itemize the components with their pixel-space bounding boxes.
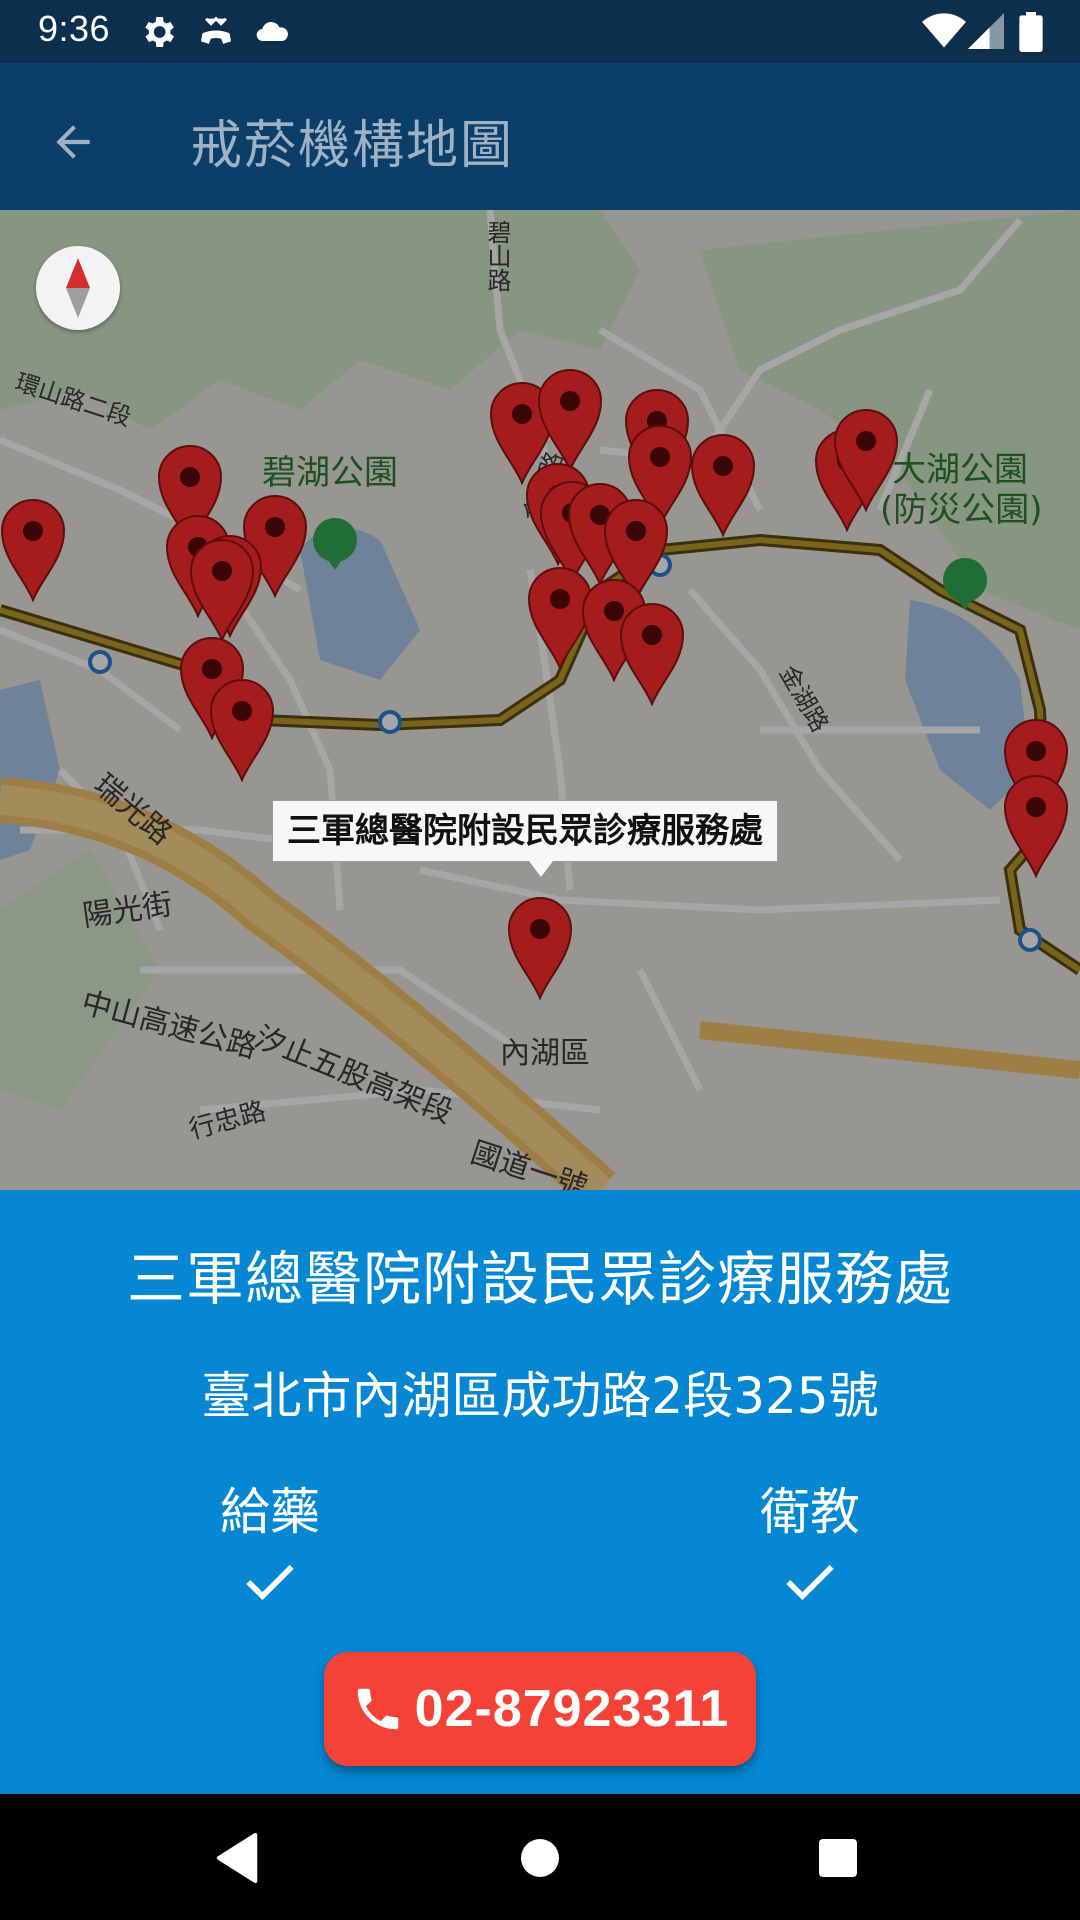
battery-icon	[1019, 12, 1043, 52]
map-label: 碧山路	[483, 220, 511, 292]
info-window[interactable]: 三軍總醫院附設民眾診療服務處	[272, 800, 778, 862]
clinic-marker[interactable]	[209, 678, 275, 782]
clinic-detail-panel: 三軍總醫院附設民眾診療服務處 臺北市內湖區成功路2段325號 給藥 衛教 02-…	[0, 1190, 1080, 1794]
call-button[interactable]: 02-87923311	[324, 1652, 756, 1766]
clinic-address: 臺北市內湖區成功路2段325號	[201, 1367, 879, 1425]
phone-number: 02-87923311	[414, 1680, 730, 1738]
back-button[interactable]	[30, 99, 116, 185]
recents-square-icon	[819, 1839, 857, 1877]
compass-button[interactable]	[36, 246, 120, 330]
home-circle-icon	[521, 1839, 559, 1877]
call-end-icon	[200, 16, 232, 44]
park-label: 碧湖公園	[262, 453, 398, 493]
back-triangle-icon	[216, 1833, 258, 1883]
check-icon	[246, 1564, 294, 1601]
clinic-marker[interactable]	[507, 896, 573, 1000]
phone-icon	[357, 1688, 398, 1730]
clinic-marker[interactable]	[0, 498, 66, 602]
app-bar: 戒菸機構地圖	[0, 63, 1080, 210]
check-icon	[786, 1564, 834, 1601]
map-label: 內湖區	[500, 1036, 590, 1071]
wifi-icon	[922, 13, 966, 48]
nav-home-button[interactable]	[508, 1826, 572, 1890]
clinic-marker[interactable]	[833, 408, 899, 512]
status-bar: 9:36	[0, 0, 1080, 63]
page-title: 戒菸機構地圖	[190, 116, 515, 176]
compass-icon	[66, 258, 90, 318]
system-nav-bar	[0, 1794, 1080, 1920]
arrow-back-icon	[56, 125, 90, 159]
map-view[interactable]: 碧山路 環山路二段 金龍路 金湖路 瑞光路 陽光街 中山高速公路 汐止五股高架段…	[0, 210, 1080, 1190]
clinic-marker[interactable]	[1003, 774, 1069, 878]
service-label: 衛教	[760, 1483, 860, 1541]
info-window-tail	[529, 861, 553, 877]
clinic-marker[interactable]	[537, 368, 603, 472]
service-label: 給藥	[220, 1483, 320, 1541]
clinic-name: 三軍總醫院附設民眾診療服務處	[126, 1245, 953, 1313]
service-education: 衛教	[710, 1472, 910, 1602]
service-medication: 給藥	[170, 1472, 370, 1602]
clinic-marker[interactable]	[690, 433, 756, 537]
status-time: 9:36	[38, 8, 111, 49]
park-label: (防災公園)	[880, 490, 1043, 530]
settings-icon	[145, 17, 174, 47]
nav-back-button[interactable]	[206, 1826, 270, 1890]
signal-icon	[968, 13, 1004, 49]
nav-recents-button[interactable]	[806, 1826, 870, 1890]
clinic-marker[interactable]	[189, 538, 255, 642]
cloud-icon	[256, 21, 288, 42]
park-label: 大湖公園	[892, 450, 1028, 490]
clinic-marker[interactable]	[619, 602, 685, 706]
